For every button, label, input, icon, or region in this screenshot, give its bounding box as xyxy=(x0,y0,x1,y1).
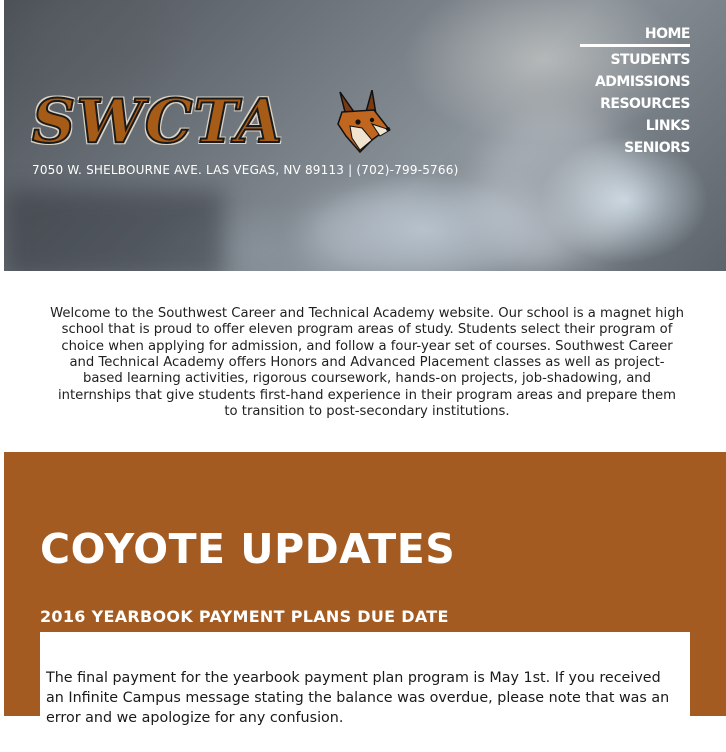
logo-text: SWCTA xyxy=(31,86,284,158)
site-logo[interactable]: SWCTA xyxy=(31,86,402,158)
nav-seniors[interactable]: SENIORS xyxy=(580,137,690,159)
nav-resources[interactable]: RESOURCES xyxy=(580,93,690,115)
hero-background-blur xyxy=(304,190,564,271)
school-address: 7050 W. SHELBOURNE AVE. LAS VEGAS, NV 89… xyxy=(32,163,459,177)
post-title[interactable]: 2016 YEARBOOK PAYMENT PLANS DUE DATE xyxy=(40,607,449,626)
post-body: The final payment for the yearbook payme… xyxy=(46,670,670,727)
nav-admissions[interactable]: ADMISSIONS xyxy=(580,71,691,93)
welcome-paragraph: Welcome to the Southwest Career and Tech… xyxy=(50,306,684,419)
nav-students[interactable]: STUDENTS xyxy=(580,49,690,71)
section-title: COYOTE UPDATES xyxy=(40,525,456,574)
nav-home[interactable]: HOME xyxy=(580,24,691,47)
main-nav: HOME STUDENTS ADMISSIONS RESOURCES LINKS… xyxy=(580,24,691,159)
coyote-head-icon xyxy=(337,90,392,154)
coyote-updates-section: COYOTE UPDATES 2016 YEARBOOK PAYMENT PLA… xyxy=(4,452,726,752)
nav-links[interactable]: LINKS xyxy=(580,115,691,137)
hero-background-blur xyxy=(4,190,224,271)
header-hero: SWCTA 7050 W. SHELBOURNE AVE. LAS VEGAS,… xyxy=(4,0,726,271)
post-card: The final payment for the yearbook payme… xyxy=(40,632,690,752)
